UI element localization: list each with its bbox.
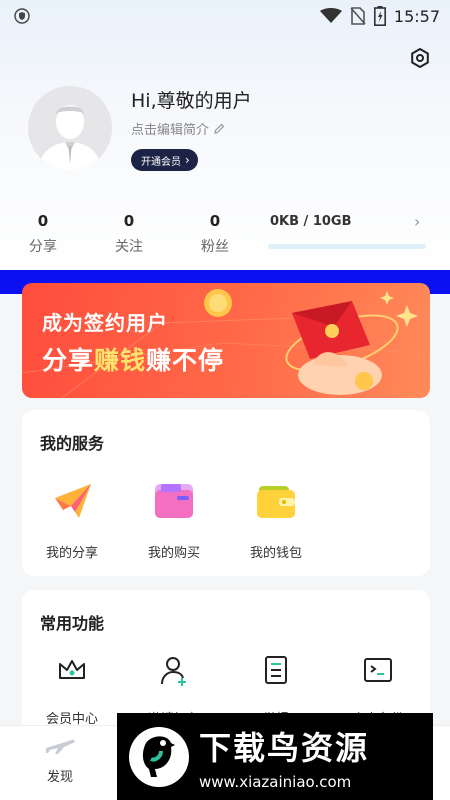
crown-icon (59, 660, 85, 679)
common-features-title: 常用功能 (40, 614, 105, 633)
stat-fans-label: 粉丝 (201, 239, 229, 255)
banner-subtitle-part2: 赚不停 (146, 346, 225, 375)
my-wallet-item[interactable]: 我的钱包 (236, 478, 316, 561)
edit-bio-label: 点击编辑简介 (131, 123, 210, 138)
watermark-url: www.xiazainiao.com (199, 772, 352, 791)
invite-user-icon (161, 657, 186, 686)
settings-button[interactable] (406, 44, 434, 72)
wallet-icon (257, 486, 295, 518)
storage-usage-text[interactable]: 0KB / 10GB (270, 214, 352, 229)
shield-icon (14, 8, 30, 24)
discover-plane-icon (46, 739, 75, 754)
greeting-text: Hi,尊敬的用户 (131, 90, 252, 112)
my-wallet-label: 我的钱包 (249, 546, 302, 561)
wifi-icon (319, 8, 342, 23)
share-plane-icon (55, 484, 91, 518)
edit-bio-link[interactable]: 点击编辑简介 (131, 119, 225, 138)
bird-logo-icon (129, 726, 189, 787)
stat-share-count: 0 (37, 212, 49, 230)
stat-fans-count: 0 (209, 212, 221, 230)
watermark-title: 下载鸟资源 (199, 728, 370, 767)
default-avatar-icon (28, 86, 112, 170)
vip-button-label: 开通会员 (141, 156, 181, 168)
stat-fans[interactable]: 0 粉丝 (185, 212, 245, 256)
banner-subtitle-part1: 分享 (42, 346, 95, 375)
banner-subtitle-highlight: 赚钱 (94, 346, 147, 375)
stat-following-label: 关注 (115, 239, 143, 255)
battery-icon (373, 6, 386, 26)
stat-following-count: 0 (123, 212, 135, 230)
watermark-overlay: 下载鸟资源 www.xiazainiao.com (117, 713, 433, 800)
avatar[interactable] (28, 86, 112, 170)
banner-subtitle: 分享赚钱赚不停 (42, 341, 224, 377)
nav-discover-label: 发现 (46, 770, 73, 785)
my-purchases-label: 我的购买 (147, 546, 200, 561)
vip-button[interactable]: 开通会员 › (131, 149, 198, 171)
purchase-folder-icon (155, 484, 193, 518)
gear-icon (411, 48, 429, 68)
storage-progress-bar (268, 244, 426, 249)
stat-share-label: 分享 (29, 239, 57, 255)
status-bar: 15:57 (0, 0, 450, 32)
my-shares-item[interactable]: 我的分享 (32, 478, 112, 561)
my-purchases-item[interactable]: 我的购买 (134, 478, 214, 561)
no-sim-icon (350, 7, 366, 25)
nav-discover[interactable]: 发现 (30, 736, 90, 785)
my-services-title: 我的服务 (40, 434, 105, 453)
chevron-right-icon[interactable]: › (414, 212, 420, 231)
pencil-icon (214, 123, 225, 134)
my-services-card: 我的服务 我的分享 我的购买 我的钱包 (22, 410, 430, 576)
report-list-icon (265, 656, 287, 684)
promo-banner[interactable]: 成为签约用户 分享赚钱赚不停 (22, 283, 430, 398)
member-center-item[interactable]: 会员中心 (32, 654, 112, 727)
my-shares-label: 我的分享 (45, 546, 98, 561)
stat-following[interactable]: 0 关注 (99, 212, 159, 256)
chevron-right-icon: › (185, 153, 190, 167)
terminal-icon (364, 658, 392, 682)
status-time: 15:57 (393, 6, 440, 26)
banner-title: 成为签约用户 (42, 311, 168, 335)
stat-share[interactable]: 0 分享 (13, 212, 73, 256)
